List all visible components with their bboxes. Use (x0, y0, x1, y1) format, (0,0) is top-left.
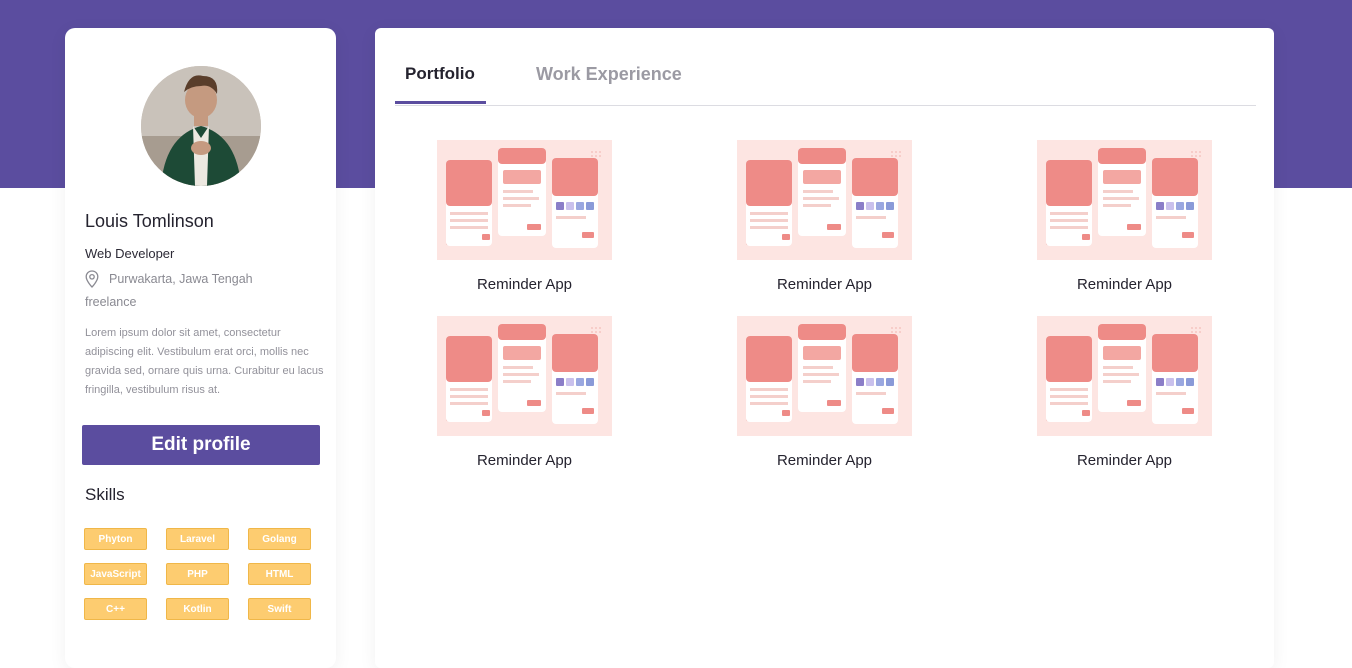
portfolio-thumbnail (737, 316, 912, 436)
portfolio-item-title: Reminder App (1076, 452, 1173, 469)
employment-type: freelance (85, 295, 137, 309)
skills-list: Phyton Laravel Golang JavaScript PHP HTM… (84, 528, 316, 620)
portfolio-thumbnail (737, 140, 912, 260)
portfolio-item[interactable]: Reminder App (437, 316, 612, 469)
portfolio-item[interactable]: Reminder App (737, 140, 912, 293)
skill-chip: Kotlin (166, 598, 229, 620)
skills-title: Skills (85, 485, 125, 504)
portfolio-card: Portfolio Work Experience Reminder App R… (375, 28, 1274, 668)
portfolio-thumbnail (1037, 140, 1212, 260)
edit-profile-button[interactable]: Edit profile (82, 425, 320, 465)
location-pin-icon (85, 270, 101, 288)
skill-chip: Laravel (166, 528, 229, 550)
portfolio-item[interactable]: Reminder App (1037, 140, 1212, 293)
tab-portfolio[interactable]: Portfolio (405, 64, 475, 84)
portfolio-item-title: Reminder App (776, 452, 873, 469)
portfolio-item-title: Reminder App (1076, 276, 1173, 293)
skill-chip: JavaScript (84, 563, 147, 585)
location-text: Purwakarta, Jawa Tengah (109, 272, 253, 286)
skill-chip: HTML (248, 563, 311, 585)
portfolio-item-title: Reminder App (776, 276, 873, 293)
portfolio-thumbnail (437, 316, 612, 436)
profile-bio: Lorem ipsum dolor sit amet, consectetur … (85, 327, 324, 396)
profile-card: Louis Tomlinson Web Developer Purwakarta… (65, 28, 336, 668)
portfolio-item[interactable]: Reminder App (437, 140, 612, 293)
active-tab-indicator (395, 101, 486, 104)
profile-location: Purwakarta, Jawa Tengah (85, 270, 253, 288)
skill-chip: C++ (84, 598, 147, 620)
skill-chip: PHP (166, 563, 229, 585)
profile-role: Web Developer (85, 246, 175, 261)
tab-bar: Portfolio Work Experience (395, 28, 1256, 106)
avatar (141, 66, 261, 186)
portfolio-thumbnail (437, 140, 612, 260)
skill-chip: Golang (248, 528, 311, 550)
portfolio-item-title: Reminder App (476, 452, 573, 469)
skill-chip: Swift (248, 598, 311, 620)
portfolio-item-title: Reminder App (476, 276, 573, 293)
portfolio-item[interactable]: Reminder App (737, 316, 912, 469)
tab-work-experience[interactable]: Work Experience (536, 64, 682, 85)
profile-name: Louis Tomlinson (85, 211, 214, 231)
portfolio-item[interactable]: Reminder App (1037, 316, 1212, 469)
portfolio-thumbnail (1037, 316, 1212, 436)
skill-chip: Phyton (84, 528, 147, 550)
